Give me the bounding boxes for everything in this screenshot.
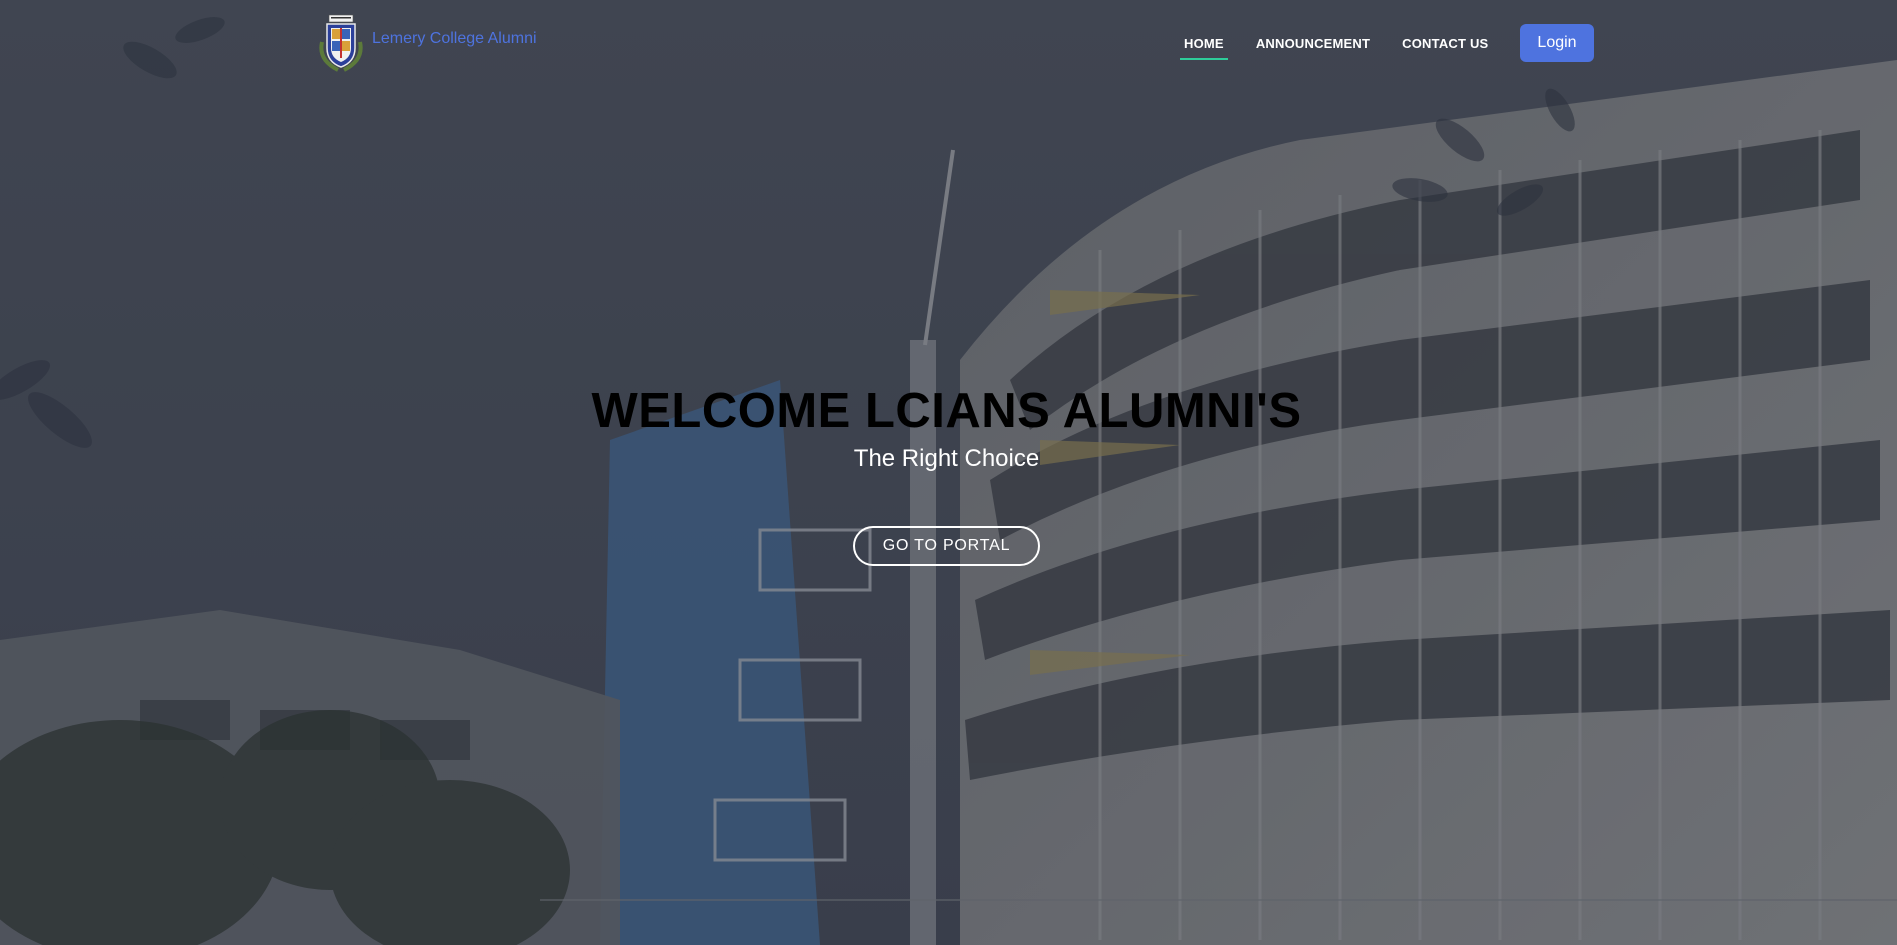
hero-section: Lemery College Alumni HOME ANNOUNCEMENT … <box>0 0 1897 945</box>
brand-name: Lemery College Alumni <box>372 30 537 47</box>
top-navbar: Lemery College Alumni HOME ANNOUNCEMENT … <box>0 0 1897 86</box>
brand-link[interactable]: Lemery College Alumni <box>316 12 537 74</box>
hero-subtitle: The Right Choice <box>853 445 1040 472</box>
nav-home-link[interactable]: HOME <box>1180 26 1228 60</box>
nav-contact-us-link[interactable]: CONTACT US <box>1398 26 1492 60</box>
go-to-portal-button[interactable]: GO TO PORTAL <box>852 526 1041 566</box>
nav-menu: HOME ANNOUNCEMENT CONTACT US Login <box>1180 24 1594 62</box>
hero-content: WELCOME LCIANS ALUMNI'S The Right Choice… <box>0 380 1893 566</box>
school-crest-icon <box>319 14 363 72</box>
nav-announcement-link[interactable]: ANNOUNCEMENT <box>1252 26 1374 60</box>
login-button[interactable]: Login <box>1520 24 1594 62</box>
hero-title: WELCOME LCIANS ALUMNI'S <box>591 384 1302 438</box>
